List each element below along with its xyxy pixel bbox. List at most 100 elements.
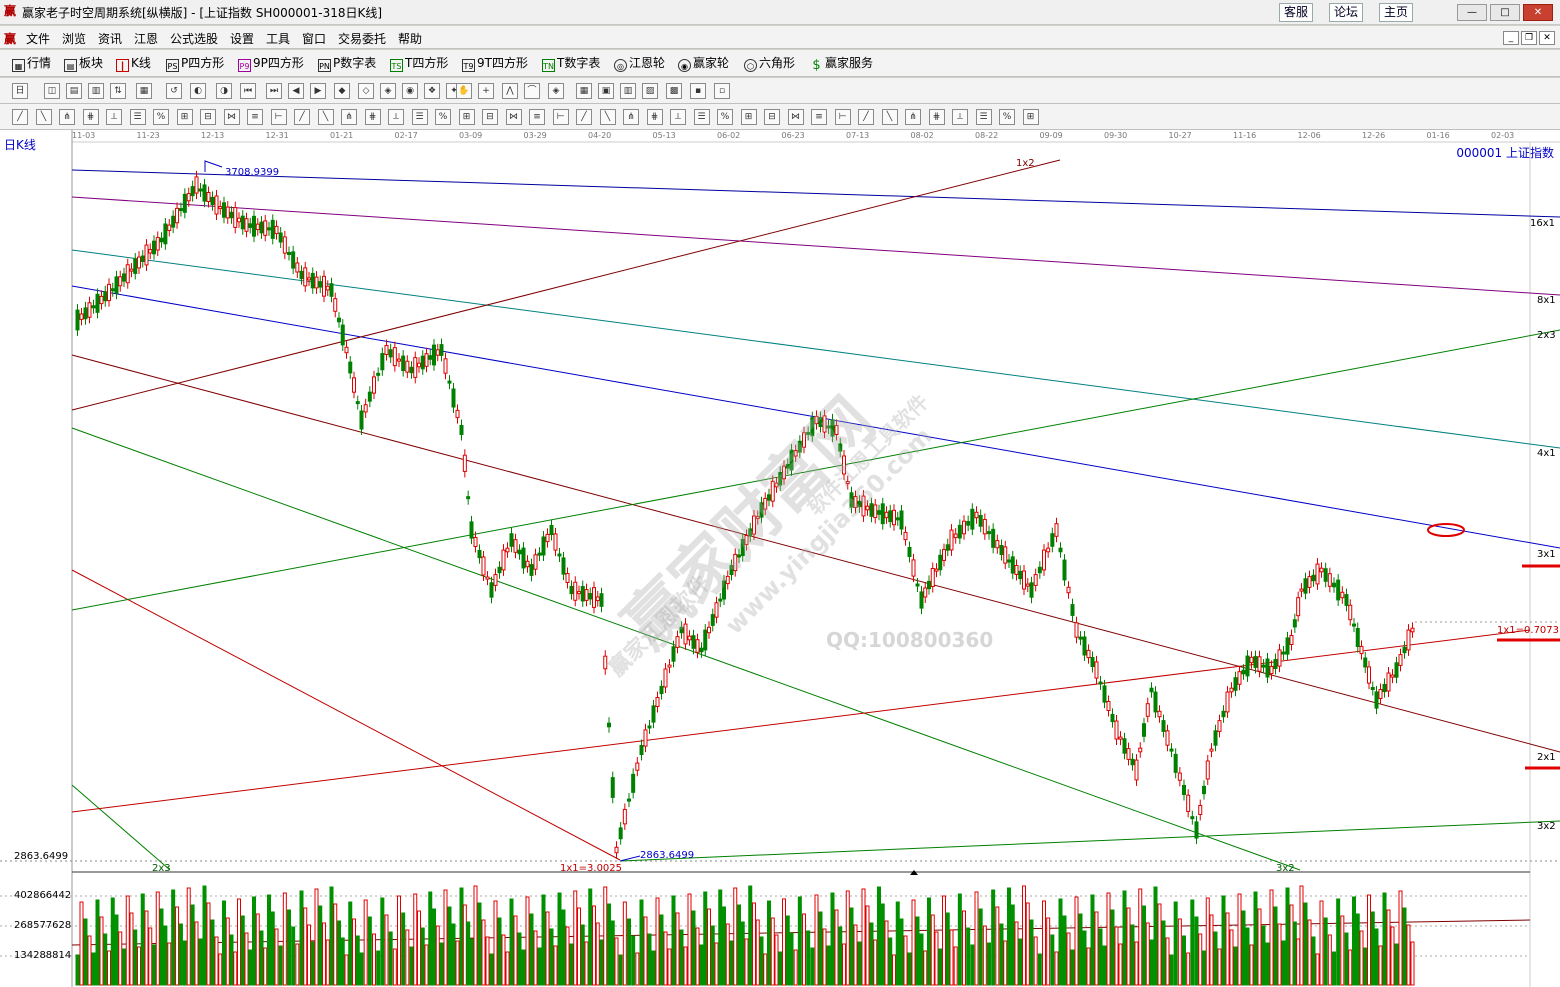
menu-tools[interactable]: 工具 (266, 30, 290, 47)
tb-kline[interactable]: ┃ K线 (116, 55, 151, 72)
drawing-tool-11-icon[interactable]: ⏭ (266, 83, 282, 99)
drawing-tool-28-icon[interactable]: ▨ (642, 83, 658, 99)
drawing-tool-30-icon[interactable]: ▪ (690, 83, 706, 99)
gann-tool-41-icon[interactable]: ⟂ (952, 109, 968, 125)
drawing-tool-10-icon[interactable]: ⏮ (240, 83, 256, 99)
tb-9t-square[interactable]: T9 9T四方形 (462, 55, 528, 72)
tb-p-table[interactable]: PN P数字表 (318, 55, 376, 72)
tb-t-square[interactable]: TS T四方形 (390, 55, 448, 72)
drawing-tool-16-icon[interactable]: ◈ (380, 83, 396, 99)
gann-tool-11-icon[interactable]: ≡ (247, 109, 263, 125)
gann-tool-10-icon[interactable]: ⋈ (223, 109, 240, 125)
drawing-tool-14-icon[interactable]: ◆ (334, 83, 350, 99)
menu-formula[interactable]: 公式选股 (170, 30, 218, 47)
tb-9p-square[interactable]: P9 9P四方形 (238, 55, 304, 72)
gann-tool-5-icon[interactable]: ⟂ (106, 109, 122, 125)
gann-tool-22-icon[interactable]: ⋈ (505, 109, 522, 125)
gann-tool-20-icon[interactable]: ⊞ (458, 109, 475, 125)
gann-tool-12-icon[interactable]: ⊢ (270, 109, 287, 125)
gann-tool-37-icon[interactable]: ╱ (858, 109, 874, 125)
drawing-tool-12-icon[interactable]: ◀ (288, 83, 304, 99)
drawing-tool-25-icon[interactable]: ▦ (576, 83, 592, 99)
gann-tool-24-icon[interactable]: ⊢ (552, 109, 569, 125)
mdi-restore-button[interactable]: ❐ (1521, 31, 1537, 45)
tb-quotes[interactable]: ▦ 行情 (12, 55, 51, 72)
drawing-tool-5-icon[interactable]: ⇅ (110, 83, 126, 99)
drawing-tool-26-icon[interactable]: ▣ (598, 83, 614, 99)
link-service[interactable]: 客服 (1279, 3, 1314, 22)
drawing-tool-29-icon[interactable]: ▩ (666, 83, 682, 99)
drawing-tool-13-icon[interactable]: ▶ (310, 83, 326, 99)
gann-tool-3-icon[interactable]: ⋔ (59, 109, 75, 125)
gann-tool-19-icon[interactable]: % (435, 109, 451, 125)
gann-tool-14-icon[interactable]: ╲ (317, 109, 334, 125)
menu-trade[interactable]: 交易委托 (338, 30, 386, 47)
gann-tool-15-icon[interactable]: ⋔ (341, 109, 357, 125)
menu-file[interactable]: 文件 (26, 30, 50, 47)
gann-tool-21-icon[interactable]: ⊟ (482, 109, 498, 125)
menu-settings[interactable]: 设置 (230, 30, 254, 47)
minimize-button[interactable]: — (1457, 4, 1487, 21)
gann-tool-27-icon[interactable]: ⋔ (623, 109, 639, 125)
gann-tool-23-icon[interactable]: ≡ (529, 109, 545, 125)
gann-tool-28-icon[interactable]: ⋕ (646, 109, 663, 125)
menu-info[interactable]: 资讯 (98, 30, 122, 47)
drawing-tool-23-icon[interactable]: ⌒ (524, 83, 540, 99)
drawing-tool-27-icon[interactable]: ▥ (620, 83, 636, 99)
gann-tool-31-icon[interactable]: % (717, 109, 733, 125)
gann-tool-30-icon[interactable]: ☰ (693, 109, 710, 125)
gann-tool-2-icon[interactable]: ╲ (35, 109, 52, 125)
gann-tool-25-icon[interactable]: ╱ (576, 109, 592, 125)
drawing-tool-18-icon[interactable]: ❖ (424, 83, 440, 99)
gann-tool-40-icon[interactable]: ⋕ (928, 109, 945, 125)
mdi-minimize-button[interactable]: _ (1503, 31, 1519, 45)
drawing-tool-9-icon[interactable]: ◑ (216, 83, 232, 99)
drawing-tool-4-icon[interactable]: ▥ (88, 83, 104, 99)
tb-gann-wheel[interactable]: ◎ 江恩轮 (614, 55, 665, 72)
gann-tool-33-icon[interactable]: ⊟ (764, 109, 780, 125)
gann-tool-29-icon[interactable]: ⟂ (670, 109, 686, 125)
tb-sectors[interactable]: ▤ 板块 (64, 55, 103, 72)
gann-tool-8-icon[interactable]: ⊞ (176, 109, 193, 125)
tb-winner-service[interactable]: $ 赢家服务 (810, 55, 873, 72)
gann-tool-44-icon[interactable]: ⊞ (1022, 109, 1039, 125)
gann-tool-42-icon[interactable]: ☰ (975, 109, 992, 125)
link-forum[interactable]: 论坛 (1329, 3, 1364, 22)
tb-hexagon[interactable]: ⬡ 六角形 (744, 55, 795, 72)
drawing-tool-1-icon[interactable]: 日 (12, 83, 28, 99)
gann-tool-16-icon[interactable]: ⋕ (364, 109, 381, 125)
tb-t-table[interactable]: TN T数字表 (542, 55, 600, 72)
gann-tool-26-icon[interactable]: ╲ (599, 109, 616, 125)
gann-tool-4-icon[interactable]: ⋕ (82, 109, 99, 125)
gann-tool-35-icon[interactable]: ≡ (811, 109, 827, 125)
tb-winner-wheel[interactable]: ◉ 赢家轮 (678, 55, 729, 72)
gann-tool-18-icon[interactable]: ☰ (411, 109, 428, 125)
drawing-tool-31-icon[interactable]: ▫ (714, 83, 730, 99)
drawing-tool-24-icon[interactable]: ◈ (548, 83, 564, 99)
mdi-close-button[interactable]: ✕ (1539, 31, 1555, 45)
maximize-button[interactable]: □ (1490, 4, 1520, 21)
gann-tool-13-icon[interactable]: ╱ (294, 109, 310, 125)
gann-tool-1-icon[interactable]: ╱ (12, 109, 28, 125)
gann-tool-6-icon[interactable]: ☰ (129, 109, 146, 125)
gann-tool-38-icon[interactable]: ╲ (881, 109, 898, 125)
menu-gann[interactable]: 江恩 (134, 30, 158, 47)
menu-help[interactable]: 帮助 (398, 30, 422, 47)
drawing-tool-17-icon[interactable]: ◉ (402, 83, 418, 99)
drawing-tool-6-icon[interactable]: ▦ (136, 83, 152, 99)
drawing-tool-20-icon[interactable]: ✋ (456, 83, 472, 99)
gann-tool-17-icon[interactable]: ⟂ (388, 109, 404, 125)
drawing-tool-8-icon[interactable]: ◐ (190, 83, 206, 99)
menu-browse[interactable]: 浏览 (62, 30, 86, 47)
menu-window[interactable]: 窗口 (302, 30, 326, 47)
close-button[interactable]: ✕ (1523, 4, 1553, 21)
drawing-tool-15-icon[interactable]: ◇ (358, 83, 374, 99)
drawing-tool-3-icon[interactable]: ▤ (66, 83, 82, 99)
drawing-tool-22-icon[interactable]: ⋀ (502, 83, 518, 99)
tb-p-square[interactable]: PS P四方形 (166, 55, 224, 72)
drawing-tool-2-icon[interactable]: ◫ (44, 83, 60, 99)
gann-tool-7-icon[interactable]: % (153, 109, 169, 125)
drawing-tool-7-icon[interactable]: ↺ (166, 83, 182, 99)
gann-tool-36-icon[interactable]: ⊢ (834, 109, 851, 125)
gann-tool-32-icon[interactable]: ⊞ (740, 109, 757, 125)
